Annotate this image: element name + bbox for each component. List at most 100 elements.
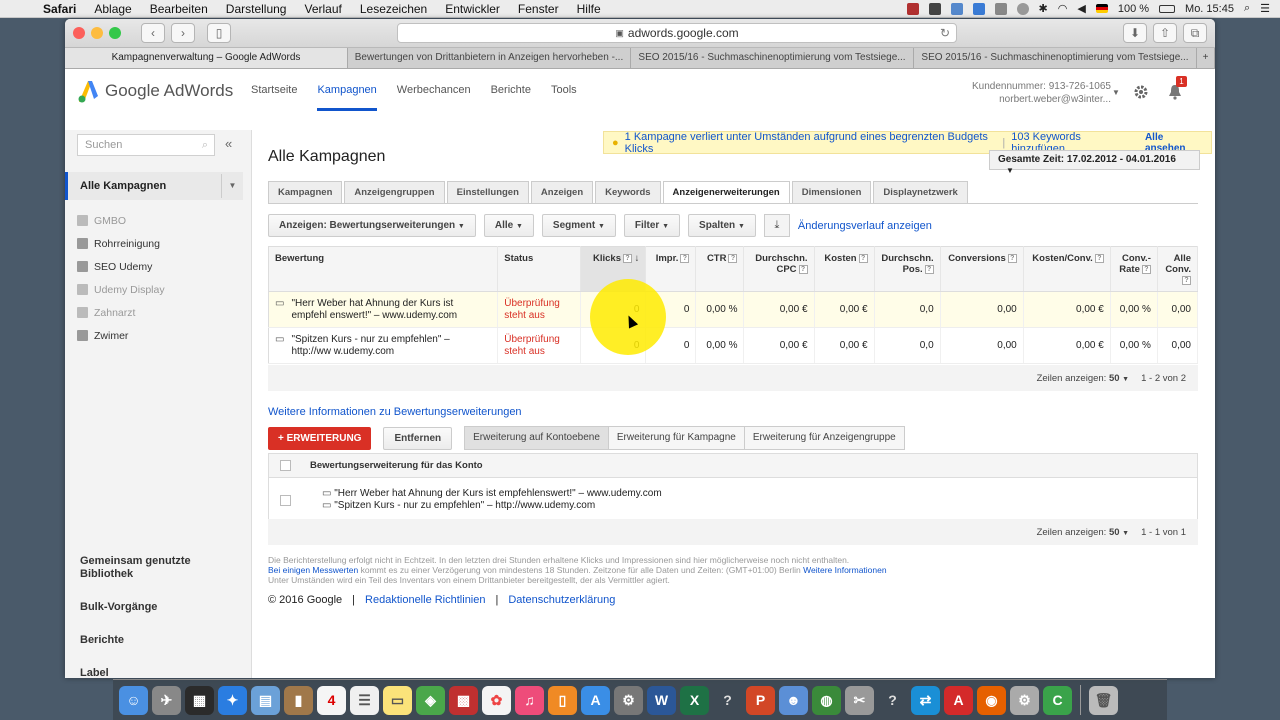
columns-dropdown[interactable]: Spalten ▼ bbox=[688, 214, 756, 237]
sidebar-item-gmbo[interactable]: GMBO bbox=[77, 209, 165, 232]
view-extension-dropdown[interactable]: Anzeigen: Bewertungserweiterungen ▼ bbox=[268, 214, 476, 237]
close-window-button[interactable] bbox=[73, 27, 85, 39]
time-machine-icon[interactable] bbox=[1016, 2, 1029, 15]
col-position[interactable]: Durchschn. Pos.? bbox=[874, 246, 941, 292]
notes-icon[interactable]: ▭ bbox=[383, 685, 412, 715]
tab-seo-1[interactable]: SEO 2015/16 - Suchmaschinenoptimierung v… bbox=[631, 48, 914, 68]
tab-seo-2[interactable]: SEO 2015/16 - Suchmaschinenoptimierung v… bbox=[914, 48, 1197, 68]
tabs-overview-icon[interactable]: ⧉ bbox=[1183, 23, 1207, 43]
sidebar-all-campaigns[interactable]: Alle Kampagnen ▼ bbox=[65, 172, 243, 200]
reload-icon[interactable]: ↻ bbox=[940, 26, 950, 40]
status-app-icon[interactable] bbox=[928, 2, 941, 15]
sidebar-link-labels[interactable]: Label bbox=[80, 667, 200, 678]
col-ctr[interactable]: CTR? bbox=[695, 246, 745, 292]
teamviewer-icon[interactable]: ⇄ bbox=[911, 685, 940, 715]
acrobat-icon[interactable]: A bbox=[944, 685, 973, 715]
sidebar-toggle-icon[interactable]: ▯ bbox=[207, 23, 231, 43]
help-icon[interactable]: ? bbox=[1094, 254, 1104, 263]
maps-icon[interactable]: ◈ bbox=[416, 685, 445, 715]
chevron-down-icon[interactable]: ▼ bbox=[221, 174, 243, 198]
date-range-picker[interactable]: Gesamte Zeit: 17.02.2012 - 04.01.2016 ▼ bbox=[989, 150, 1200, 175]
all-dropdown[interactable]: Alle ▼ bbox=[483, 214, 534, 237]
tab-adwords[interactable]: Kampagnenverwaltung – Google AdWords bbox=[65, 48, 348, 68]
launchpad-icon[interactable]: ✈ bbox=[152, 685, 181, 715]
itunes-icon[interactable]: ♫ bbox=[515, 685, 544, 715]
utility-icon[interactable]: ✂ bbox=[845, 685, 874, 715]
firefox-icon[interactable]: ◉ bbox=[977, 685, 1006, 715]
dropbox-icon[interactable] bbox=[950, 2, 963, 15]
level-account-button[interactable]: Erweiterung auf Kontoebene bbox=[465, 427, 609, 449]
download-icon[interactable]: ⬇ bbox=[1123, 23, 1147, 43]
select-all-checkbox[interactable] bbox=[280, 460, 291, 471]
privacy-link[interactable]: Datenschutzerklärung bbox=[508, 594, 615, 606]
lync-icon[interactable]: ☻ bbox=[779, 685, 808, 715]
col-bewertung[interactable]: Bewertung bbox=[268, 246, 499, 292]
menu-app[interactable]: Safari bbox=[34, 2, 85, 16]
help-icon[interactable]: ? bbox=[680, 254, 690, 263]
forward-button[interactable]: › bbox=[171, 23, 195, 43]
photos-icon[interactable]: ✿ bbox=[482, 685, 511, 715]
change-history-link[interactable]: Änderungsverlauf anzeigen bbox=[798, 220, 932, 232]
status-app-icon[interactable] bbox=[972, 2, 985, 15]
nav-tools[interactable]: Tools bbox=[551, 84, 577, 111]
automator-icon[interactable]: ⚙ bbox=[1010, 685, 1039, 715]
german-flag-icon[interactable] bbox=[1095, 4, 1108, 13]
col-conversions[interactable]: Conversions? bbox=[940, 246, 1024, 292]
excel-icon[interactable]: X bbox=[680, 685, 709, 715]
menu-fenster[interactable]: Fenster bbox=[509, 2, 568, 16]
battery-label[interactable]: 100 % bbox=[1118, 3, 1149, 15]
notification-center-icon[interactable]: ☰ bbox=[1260, 2, 1270, 15]
account-info[interactable]: Kundennummer: 913-726-1065 norbert.weber… bbox=[972, 80, 1111, 106]
col-status[interactable]: Status bbox=[497, 246, 582, 292]
powerpoint-icon[interactable]: P bbox=[746, 685, 775, 715]
col-alle-conv[interactable]: Alle Conv.? bbox=[1157, 246, 1199, 292]
more-info-link[interactable]: Weitere Informationen zu Bewertungserwei… bbox=[268, 406, 522, 418]
safari-icon[interactable]: ✦ bbox=[218, 685, 247, 715]
volume-icon[interactable]: ◀ bbox=[1077, 2, 1085, 15]
finder-icon[interactable]: ☺ bbox=[119, 685, 148, 715]
help-icon[interactable]: ? bbox=[1141, 265, 1151, 274]
chevron-down-icon[interactable]: ▼ bbox=[1122, 376, 1129, 383]
unknown-app-icon[interactable]: ? bbox=[878, 686, 907, 715]
help-icon[interactable]: ? bbox=[858, 254, 868, 263]
sidebar-item-seo-udemy[interactable]: SEO Udemy bbox=[77, 255, 165, 278]
col-cpc[interactable]: Durchschn. CPC? bbox=[743, 246, 815, 292]
tab-anzeigen[interactable]: Anzeigen bbox=[530, 181, 594, 203]
sidebar-link-bulk[interactable]: Bulk-Vorgänge bbox=[80, 601, 200, 614]
chevron-down-icon[interactable]: ▼ bbox=[1122, 530, 1129, 537]
remove-button[interactable]: Entfernen bbox=[383, 426, 453, 450]
back-button[interactable]: ‹ bbox=[141, 23, 165, 43]
alert-budget-link[interactable]: 1 Kampagne verliert unter Umständen aufg… bbox=[625, 131, 997, 155]
preview-icon[interactable]: ▤ bbox=[251, 685, 280, 715]
wifi-icon[interactable]: ◠ bbox=[1058, 2, 1068, 15]
sidebar-item-zahnarzt[interactable]: Zahnarzt bbox=[77, 301, 165, 324]
help-icon[interactable]: ? bbox=[1182, 276, 1191, 285]
tab-anzeigengruppen[interactable]: Anzeigengruppen bbox=[344, 181, 445, 203]
calendar-icon[interactable]: 4 bbox=[317, 685, 346, 715]
globe-icon[interactable]: ◍ bbox=[812, 685, 841, 715]
zoom-window-button[interactable] bbox=[109, 27, 121, 39]
cell-bewertung[interactable]: ▭ "Herr Weber hat Ahnung der Kurs ist emp… bbox=[268, 291, 499, 328]
nav-werbechancen[interactable]: Werbechancen bbox=[397, 84, 471, 111]
menu-entwickler[interactable]: Entwickler bbox=[436, 2, 509, 16]
spotlight-icon[interactable]: ⌕ bbox=[1244, 2, 1250, 15]
word-icon[interactable]: W bbox=[647, 685, 676, 715]
help-icon[interactable]: ? bbox=[728, 254, 738, 263]
gear-icon[interactable] bbox=[1133, 84, 1149, 100]
row-checkbox[interactable] bbox=[280, 494, 291, 506]
minimize-window-button[interactable] bbox=[91, 27, 103, 39]
col-kosten[interactable]: Kosten? bbox=[814, 246, 875, 292]
camtasia-icon[interactable]: C bbox=[1043, 685, 1072, 715]
share-icon[interactable]: ⇧ bbox=[1153, 23, 1177, 43]
reminders-icon[interactable]: ☰ bbox=[350, 685, 379, 715]
tab-bewertungen[interactable]: Bewertungen von Drittanbietern in Anzeig… bbox=[348, 48, 631, 68]
trash-icon[interactable]: 🗑 bbox=[1089, 685, 1118, 715]
nav-startseite[interactable]: Startseite bbox=[251, 84, 297, 111]
menu-ablage[interactable]: Ablage bbox=[85, 2, 140, 16]
unknown-app-icon[interactable]: ? bbox=[713, 686, 742, 715]
tab-anzeigenerweiterungen[interactable]: Anzeigenerweiterungen bbox=[662, 181, 790, 204]
col-conv-rate[interactable]: Conv.-Rate? bbox=[1110, 246, 1158, 292]
table-row[interactable]: ▭ "Spitzen Kurs - nur zu empfehlen" – htt… bbox=[268, 327, 1199, 364]
col-kosten-conv[interactable]: Kosten/Conv.? bbox=[1023, 246, 1111, 292]
cell-bewertung[interactable]: ▭ "Spitzen Kurs - nur zu empfehlen" – htt… bbox=[268, 327, 499, 364]
